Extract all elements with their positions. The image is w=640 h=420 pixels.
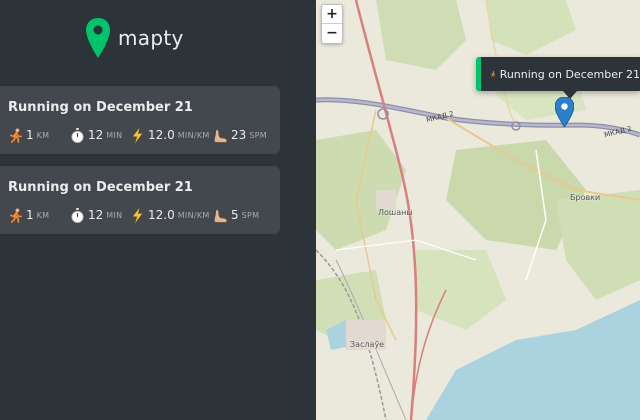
workout-card[interactable]: Running on December 21 1 KM 12 MIN 12.0 … bbox=[0, 86, 280, 154]
stat-value: 1 bbox=[26, 208, 34, 222]
cadence-stat: 5 SPM bbox=[213, 206, 259, 224]
zoom-in-button[interactable]: + bbox=[322, 5, 342, 24]
stat-value: 12 bbox=[88, 208, 104, 222]
lightning-icon bbox=[132, 207, 143, 223]
stat-unit: SPM bbox=[241, 210, 260, 220]
stat-value: 1 bbox=[26, 128, 34, 142]
duration-stat: 12 MIN bbox=[70, 206, 122, 224]
workout-title: Running on December 21 bbox=[8, 180, 193, 195]
stopwatch-icon bbox=[71, 207, 84, 223]
town-label: Бровки bbox=[570, 193, 601, 202]
logo: mapty bbox=[86, 18, 184, 58]
distance-stat: 1 KM bbox=[8, 126, 49, 144]
workout-title: Running on December 21 bbox=[8, 100, 193, 115]
stat-value: 12.0 bbox=[148, 128, 175, 142]
runner-icon bbox=[490, 71, 496, 77]
cadence-stat: 23 SPM bbox=[213, 126, 267, 144]
pace-stat: 12.0 MIN/KM bbox=[130, 126, 210, 144]
stopwatch-icon bbox=[71, 127, 84, 143]
runner-icon bbox=[9, 127, 22, 143]
footprint-icon bbox=[214, 129, 227, 142]
stat-value: 23 bbox=[231, 128, 247, 142]
stat-unit: KM bbox=[36, 210, 50, 220]
stat-unit: MIN bbox=[106, 210, 123, 220]
stat-value: 12 bbox=[88, 128, 104, 142]
zoom-control: + − bbox=[321, 4, 343, 44]
workout-stats: 1 KM 12 MIN 12.0 MIN/KM bbox=[8, 126, 278, 144]
runner-icon bbox=[9, 207, 22, 223]
sidebar: mapty Running on December 21 1 KM 12 MIN… bbox=[0, 0, 316, 420]
pace-stat: 12.0 MIN/KM bbox=[130, 206, 210, 224]
stat-unit: MIN bbox=[106, 130, 123, 140]
distance-stat: 1 KM bbox=[8, 206, 49, 224]
footprint-icon bbox=[214, 209, 227, 222]
workout-stats: 1 KM 12 MIN 12.0 MIN/KM bbox=[8, 206, 278, 224]
map-marker-icon[interactable] bbox=[555, 97, 574, 127]
duration-stat: 12 MIN bbox=[70, 126, 122, 144]
map-pin-logo-icon bbox=[86, 18, 110, 58]
stat-unit: SPM bbox=[249, 130, 267, 140]
zoom-out-button[interactable]: − bbox=[322, 24, 342, 43]
stat-unit: KM bbox=[36, 130, 50, 140]
logo-text: mapty bbox=[118, 26, 184, 50]
stat-value: 12.0 bbox=[148, 208, 175, 222]
lightning-icon bbox=[132, 127, 143, 143]
stat-unit: MIN/KM bbox=[177, 210, 210, 220]
town-label: Заслаўе bbox=[350, 340, 385, 349]
workout-card[interactable]: Running on December 21 1 KM 12 MIN 12.0 … bbox=[0, 166, 280, 234]
popup-text: Running on December 21 bbox=[499, 67, 640, 81]
workout-popup[interactable]: Running on December 21 bbox=[476, 57, 640, 99]
town-label: Лошаны bbox=[378, 208, 413, 217]
stat-value: 5 bbox=[231, 208, 239, 222]
stat-unit: MIN/KM bbox=[177, 130, 210, 140]
